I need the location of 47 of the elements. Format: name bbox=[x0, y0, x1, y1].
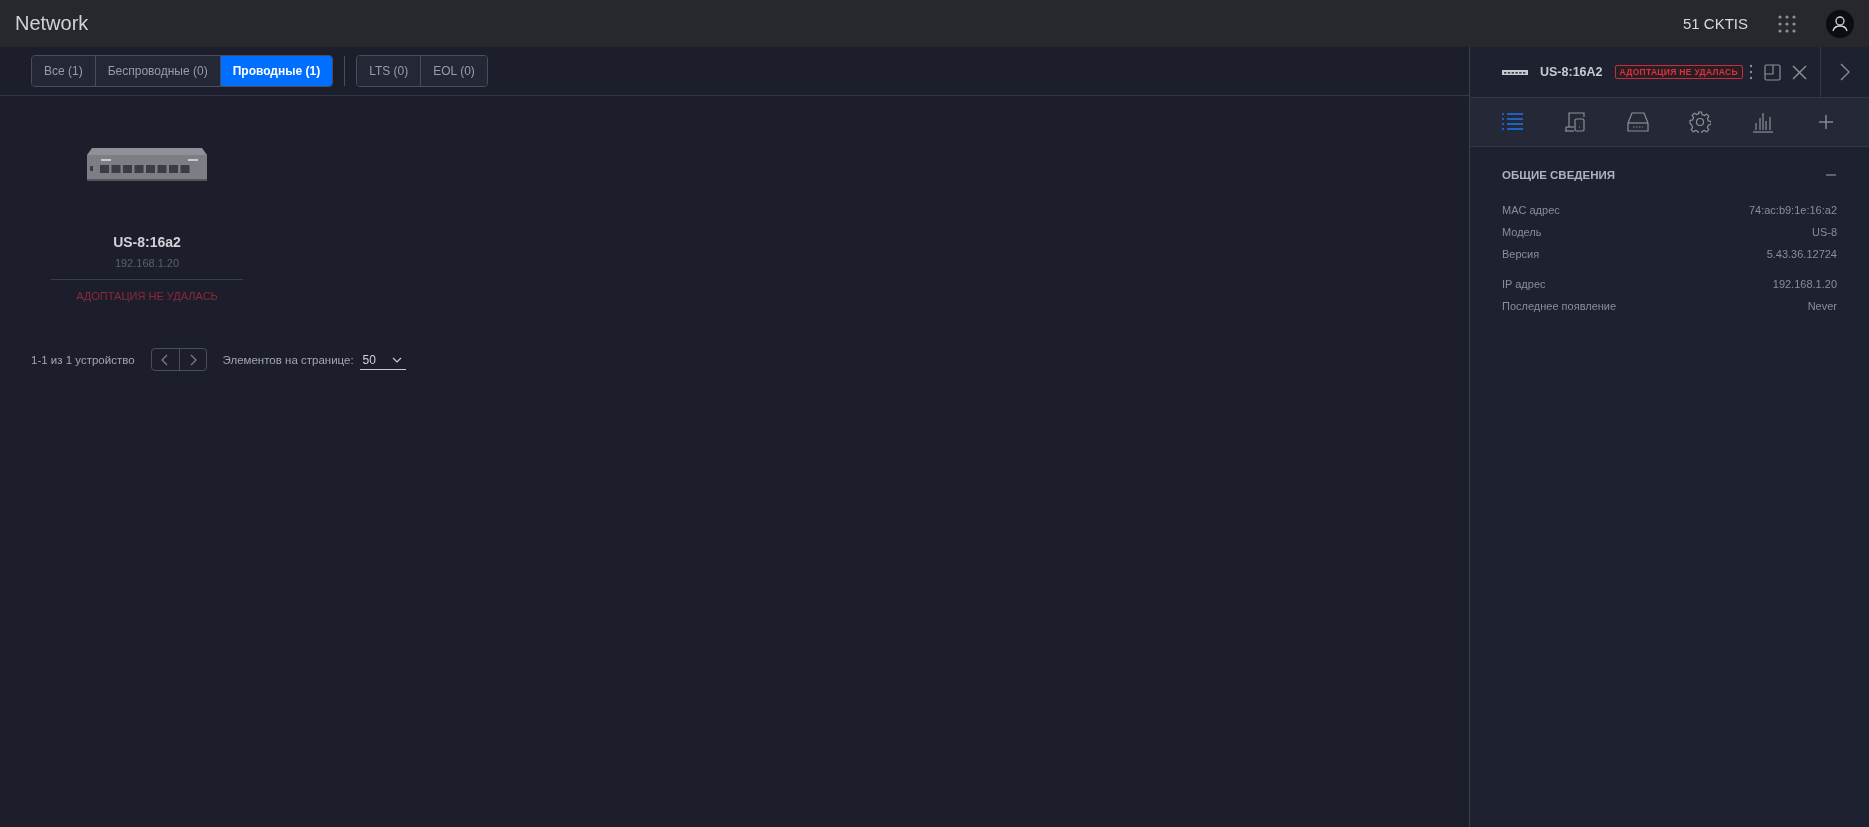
settings-icon bbox=[1689, 111, 1712, 133]
collapse-panel-button[interactable] bbox=[1840, 63, 1850, 81]
bar-chart-icon bbox=[1752, 111, 1775, 133]
property-label: Версия bbox=[1502, 248, 1540, 262]
device-name[interactable]: US-8:16a2 bbox=[113, 234, 181, 250]
panel-tab[interactable] bbox=[1751, 110, 1776, 134]
property-label: MAC адрес bbox=[1502, 204, 1560, 218]
drive-icon bbox=[1626, 111, 1649, 133]
devices-icon bbox=[1563, 111, 1586, 133]
dropdown-chevron-icon bbox=[391, 356, 402, 364]
per-page-select[interactable]: 50 bbox=[359, 349, 406, 370]
property-value: 192.168.1.20 bbox=[1772, 278, 1837, 292]
property-value: US-8 bbox=[1811, 226, 1837, 240]
device-ip: 192.168.1.20 bbox=[114, 257, 180, 269]
device-title: US-8:16A2 bbox=[1540, 65, 1603, 79]
filter-tab[interactable]: EOL (0) bbox=[421, 56, 487, 86]
filter-tab[interactable]: LTS (0) bbox=[357, 56, 422, 86]
apps-grid-icon[interactable] bbox=[1778, 14, 1796, 33]
switch-icon bbox=[1502, 68, 1528, 76]
close-button[interactable] bbox=[1791, 63, 1808, 81]
property-label: Последнее появление bbox=[1502, 300, 1617, 314]
property-value: 5.43.36.12724 bbox=[1766, 248, 1837, 262]
more-button[interactable] bbox=[1748, 63, 1754, 81]
per-page-label: Элементов на странице: bbox=[222, 353, 354, 366]
panel-tab[interactable] bbox=[1625, 110, 1650, 134]
property-label: IP адрес bbox=[1502, 278, 1546, 292]
status-badge: АДОПТАЦИЯ НЕ УДАЛАСЬ bbox=[1614, 65, 1743, 79]
chevron-right-icon bbox=[1840, 63, 1850, 81]
avatar-icon[interactable] bbox=[1826, 9, 1854, 38]
property-label: Модель bbox=[1502, 226, 1542, 240]
panel-tab[interactable] bbox=[1688, 110, 1713, 134]
window-icon bbox=[1764, 63, 1781, 81]
panel-tab[interactable] bbox=[1562, 110, 1587, 134]
property-value: 74:ac:b9:1e:16:a2 bbox=[1748, 204, 1837, 218]
filter-tab[interactable]: Проводные (1) bbox=[220, 56, 333, 86]
list-icon bbox=[1501, 111, 1523, 133]
filter-tab[interactable]: Беспроводные (0) bbox=[95, 56, 221, 86]
close-icon bbox=[1791, 63, 1808, 81]
pagination-summary: 1-1 из 1 устройство bbox=[31, 353, 135, 366]
detach-button[interactable] bbox=[1764, 63, 1781, 81]
section-title: ОБЩИЕ СВЕДЕНИЯ bbox=[1502, 169, 1616, 181]
site-name[interactable]: 51 CKTIS bbox=[1682, 15, 1748, 32]
app-title: Network bbox=[15, 12, 90, 35]
device-status: АДОПТАЦИЯ НЕ УДАЛАСЬ bbox=[76, 290, 218, 302]
more-icon bbox=[1748, 63, 1754, 81]
property-value: Never bbox=[1807, 300, 1837, 314]
filter-tab[interactable]: Все (1) bbox=[32, 56, 96, 86]
